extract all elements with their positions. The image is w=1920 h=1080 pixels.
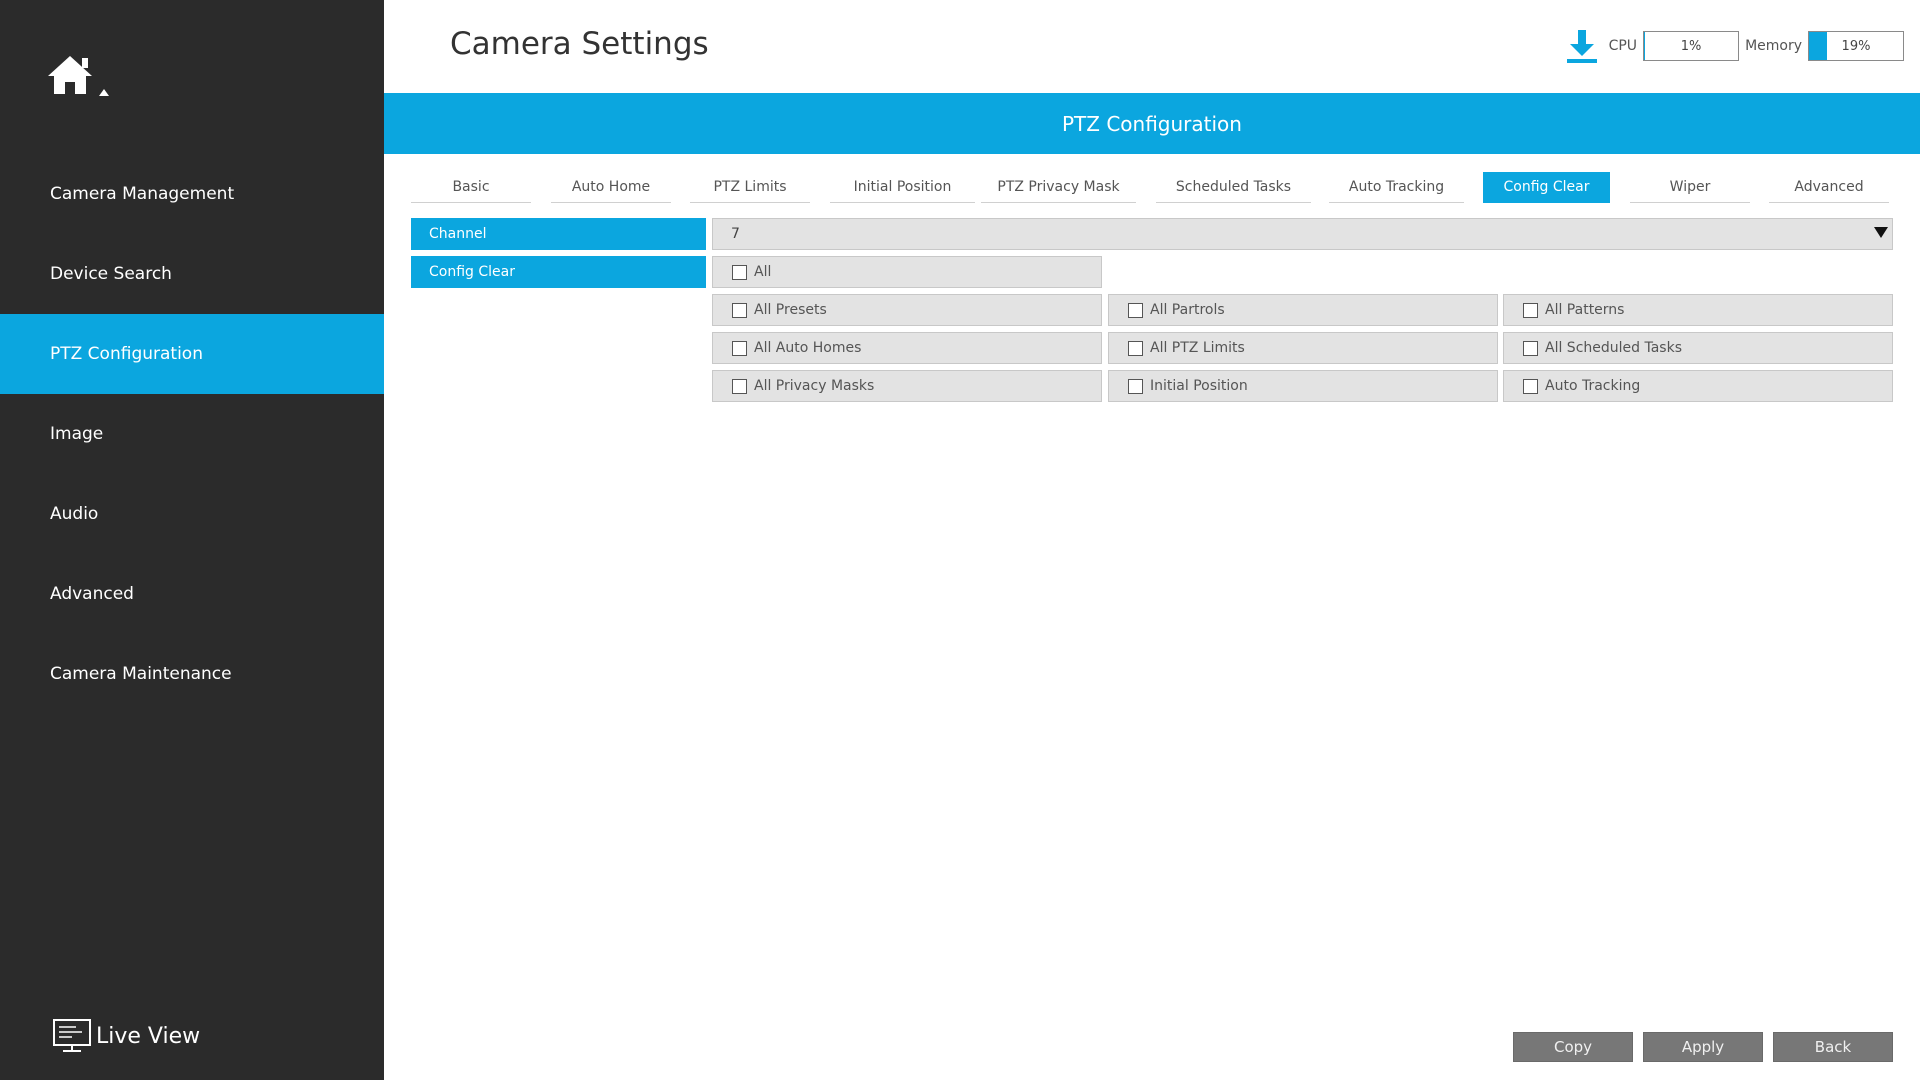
home-button[interactable] bbox=[46, 52, 116, 104]
sidebar: Camera Management Device Search PTZ Conf… bbox=[0, 0, 384, 1080]
option-label: All Privacy Masks bbox=[754, 378, 875, 394]
option-all-auto-homes[interactable]: All Auto Homes bbox=[712, 332, 1102, 364]
copy-button[interactable]: Copy bbox=[1513, 1032, 1633, 1062]
option-all-presets[interactable]: All Presets bbox=[712, 294, 1102, 326]
checkbox[interactable] bbox=[1128, 378, 1143, 394]
tab-auto-home[interactable]: Auto Home bbox=[551, 172, 671, 203]
checkbox[interactable] bbox=[732, 378, 747, 394]
tab-ptz-privacy-mask[interactable]: PTZ Privacy Mask bbox=[981, 172, 1136, 203]
option-all-ptz-limits[interactable]: All PTZ Limits bbox=[1108, 332, 1498, 364]
option-label: All bbox=[754, 264, 772, 280]
section-title: PTZ Configuration bbox=[1062, 111, 1242, 136]
sidebar-item-label: PTZ Configuration bbox=[50, 344, 203, 364]
checkbox[interactable] bbox=[732, 302, 747, 318]
sidebar-nav: Camera Management Device Search PTZ Conf… bbox=[0, 154, 384, 714]
checkbox[interactable] bbox=[1523, 378, 1538, 394]
camera-settings-app: Camera Management Device Search PTZ Conf… bbox=[0, 0, 1920, 1080]
option-all-patterns[interactable]: All Patterns bbox=[1503, 294, 1893, 326]
cpu-value: 1% bbox=[1680, 38, 1702, 54]
back-button[interactable]: Back bbox=[1773, 1032, 1893, 1062]
channel-select[interactable]: 7 bbox=[712, 218, 1893, 250]
checkbox[interactable] bbox=[732, 264, 747, 280]
sidebar-item-label: Device Search bbox=[50, 264, 172, 284]
sidebar-item-label: Advanced bbox=[50, 584, 134, 604]
sidebar-item-label: Image bbox=[50, 424, 104, 444]
option-label: All PTZ Limits bbox=[1150, 340, 1245, 356]
system-status: CPU 1% Memory 19% bbox=[1565, 28, 1910, 64]
home-icon bbox=[48, 56, 109, 96]
apply-button[interactable]: Apply bbox=[1643, 1032, 1763, 1062]
option-initial-position[interactable]: Initial Position bbox=[1108, 370, 1498, 402]
monitor-icon bbox=[53, 1019, 91, 1052]
checkbox[interactable] bbox=[732, 340, 747, 356]
option-all-partrols[interactable]: All Partrols bbox=[1108, 294, 1498, 326]
option-label: All Presets bbox=[754, 302, 827, 318]
tab-config-clear[interactable]: Config Clear bbox=[1483, 172, 1610, 203]
tab-basic[interactable]: Basic bbox=[411, 172, 531, 203]
memory-meter: 19% bbox=[1808, 31, 1904, 61]
channel-value: 7 bbox=[731, 226, 740, 242]
tab-advanced[interactable]: Advanced bbox=[1769, 172, 1889, 203]
option-auto-tracking[interactable]: Auto Tracking bbox=[1503, 370, 1893, 402]
sidebar-item-image[interactable]: Image bbox=[0, 394, 384, 474]
tab-bar: Basic Auto Home PTZ Limits Initial Posit… bbox=[411, 172, 1893, 204]
channel-label: Channel bbox=[411, 218, 706, 250]
tab-auto-tracking[interactable]: Auto Tracking bbox=[1329, 172, 1464, 203]
download-button[interactable] bbox=[1565, 28, 1599, 64]
option-all-privacy-masks[interactable]: All Privacy Masks bbox=[712, 370, 1102, 402]
sidebar-item-device-search[interactable]: Device Search bbox=[0, 234, 384, 314]
memory-meter-fill bbox=[1809, 32, 1827, 60]
sidebar-item-ptz-configuration[interactable]: PTZ Configuration bbox=[0, 314, 384, 394]
tab-scheduled-tasks[interactable]: Scheduled Tasks bbox=[1156, 172, 1311, 203]
tab-ptz-limits[interactable]: PTZ Limits bbox=[690, 172, 810, 203]
sidebar-item-label: Camera Management bbox=[50, 184, 235, 204]
checkbox[interactable] bbox=[1128, 340, 1143, 356]
memory-value: 19% bbox=[1841, 38, 1871, 54]
cpu-label: CPU bbox=[1608, 38, 1638, 54]
option-label: All Auto Homes bbox=[754, 340, 862, 356]
checkbox[interactable] bbox=[1523, 340, 1538, 356]
section-banner: PTZ Configuration bbox=[384, 93, 1920, 154]
chevron-down-icon bbox=[1874, 227, 1888, 238]
option-label: Initial Position bbox=[1150, 378, 1248, 394]
download-icon bbox=[1566, 30, 1597, 63]
tab-initial-position[interactable]: Initial Position bbox=[830, 172, 975, 203]
sidebar-item-audio[interactable]: Audio bbox=[0, 474, 384, 554]
sidebar-item-label: Audio bbox=[50, 504, 99, 524]
checkbox[interactable] bbox=[1523, 302, 1538, 318]
option-label: All Patterns bbox=[1545, 302, 1625, 318]
sidebar-item-advanced[interactable]: Advanced bbox=[0, 554, 384, 634]
cpu-meter-fill bbox=[1644, 32, 1645, 60]
cpu-meter: 1% bbox=[1643, 31, 1740, 61]
memory-label: Memory bbox=[1745, 38, 1802, 54]
sidebar-item-camera-management[interactable]: Camera Management bbox=[0, 154, 384, 234]
checkbox[interactable] bbox=[1128, 302, 1143, 318]
tab-wiper[interactable]: Wiper bbox=[1630, 172, 1750, 203]
sidebar-item-label: Camera Maintenance bbox=[50, 664, 232, 684]
option-all-scheduled-tasks[interactable]: All Scheduled Tasks bbox=[1503, 332, 1893, 364]
option-label: All Partrols bbox=[1150, 302, 1225, 318]
option-label: Auto Tracking bbox=[1545, 378, 1641, 394]
live-view-label: Live View bbox=[96, 1023, 201, 1049]
option-all[interactable]: All bbox=[712, 256, 1102, 288]
option-label: All Scheduled Tasks bbox=[1545, 340, 1682, 356]
live-view-button[interactable]: Live View bbox=[52, 1018, 200, 1054]
sidebar-item-camera-maintenance[interactable]: Camera Maintenance bbox=[0, 634, 384, 714]
page-title: Camera Settings bbox=[450, 26, 709, 62]
config-clear-label: Config Clear bbox=[411, 256, 706, 288]
